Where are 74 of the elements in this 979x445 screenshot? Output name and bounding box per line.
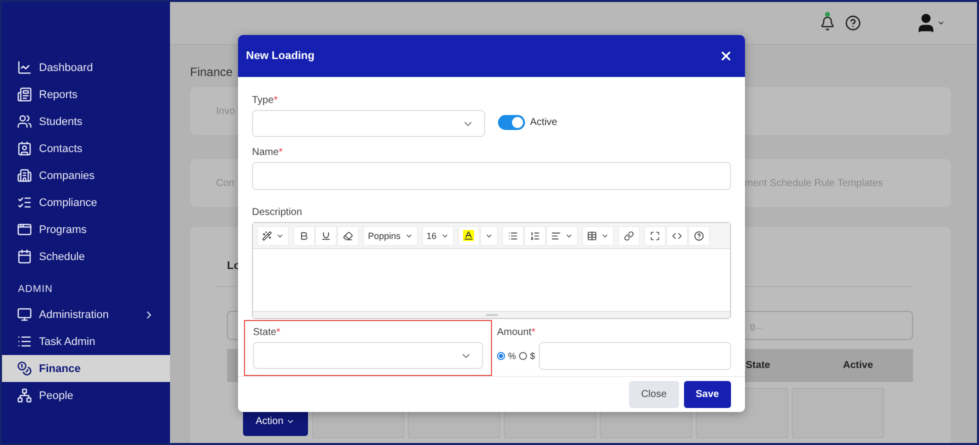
- fullscreen-icon: [650, 230, 660, 240]
- sidebar-item[interactable]: Dashboard: [2, 54, 170, 81]
- sidebar-item[interactable]: Companies: [2, 162, 170, 189]
- table-icon: [586, 230, 597, 240]
- sidebar-item[interactable]: People: [2, 382, 170, 409]
- numbered-list-button[interactable]: [524, 226, 546, 246]
- radio-label: %: [508, 351, 516, 361]
- sidebar-item[interactable]: Task Admin: [2, 328, 170, 355]
- highlight-button[interactable]: [458, 226, 480, 246]
- code-icon: [672, 230, 682, 240]
- sidebar-item[interactable]: Programs: [2, 216, 170, 243]
- page-title: Finance: [190, 65, 234, 79]
- sidebar-item[interactable]: Reports: [2, 81, 170, 108]
- field-label: Type*: [252, 95, 279, 106]
- field-label: State*: [253, 327, 282, 338]
- table-button[interactable]: [582, 226, 614, 246]
- save-button[interactable]: Save: [684, 381, 731, 408]
- dialog-title: New Loading: [246, 50, 314, 62]
- contact-icon: [17, 141, 32, 156]
- underline-button[interactable]: [315, 226, 337, 246]
- help-button[interactable]: [688, 226, 710, 246]
- amount-field[interactable]: [539, 342, 731, 370]
- sidebar-item[interactable]: Finance: [2, 355, 170, 382]
- calendar-icon: [17, 249, 32, 264]
- sidebar-item[interactable]: Contacts: [2, 135, 170, 162]
- toggle-label: Active: [530, 117, 558, 128]
- text-color-icon: [463, 230, 474, 241]
- checklist-icon: [17, 195, 32, 210]
- newspaper-icon: [17, 87, 32, 102]
- fullscreen-button[interactable]: [644, 226, 666, 246]
- eraser-icon: [343, 230, 353, 240]
- underline-icon: [321, 230, 331, 240]
- column-header: Active: [842, 360, 874, 371]
- align-icon: [550, 230, 561, 240]
- numbered-list-icon: [530, 230, 540, 240]
- active-toggle[interactable]: [498, 115, 525, 130]
- name-field[interactable]: [252, 162, 731, 190]
- column-header: State: [744, 360, 772, 371]
- font-select[interactable]: Poppins: [363, 226, 418, 246]
- bold-button[interactable]: [293, 226, 315, 246]
- radio-button[interactable]: [497, 352, 505, 360]
- help-icon: [694, 230, 704, 240]
- sidebar-item[interactable]: Administration: [2, 301, 170, 328]
- field-label: Amount*: [497, 327, 536, 338]
- monitor-icon: [17, 307, 32, 322]
- users-icon: [17, 114, 32, 129]
- field-label: Name*: [252, 147, 284, 158]
- close-button[interactable]: Close: [629, 381, 679, 408]
- eraser-button[interactable]: [337, 226, 359, 246]
- window-icon: [17, 222, 32, 237]
- help-icon[interactable]: [845, 15, 861, 31]
- text-editor[interactable]: Poppins 16: [252, 222, 731, 319]
- link-icon: [624, 230, 634, 240]
- radio-label: $: [530, 351, 536, 361]
- field-label: Description: [252, 207, 304, 218]
- sidebar-item[interactable]: Students: [2, 108, 170, 135]
- align-button[interactable]: [546, 226, 578, 246]
- coins-icon: [17, 361, 32, 376]
- building-icon: [17, 168, 32, 183]
- sidebar-item[interactable]: Schedule: [2, 243, 170, 270]
- radio-button[interactable]: [519, 352, 528, 360]
- close-icon[interactable]: [719, 49, 733, 63]
- wand-icon: [262, 230, 272, 240]
- chart-icon: [17, 60, 32, 75]
- sidebar-item[interactable]: Compliance: [2, 189, 170, 216]
- link-button[interactable]: [618, 226, 640, 246]
- code-button[interactable]: [666, 226, 688, 246]
- style-button[interactable]: [257, 226, 289, 246]
- bullet-list-button[interactable]: [502, 226, 524, 246]
- network-icon: [17, 388, 32, 403]
- size-select[interactable]: 16: [422, 226, 454, 246]
- list-icon: [17, 334, 32, 349]
- section-title: ADMIN: [17, 283, 54, 297]
- bold-icon: [299, 230, 309, 240]
